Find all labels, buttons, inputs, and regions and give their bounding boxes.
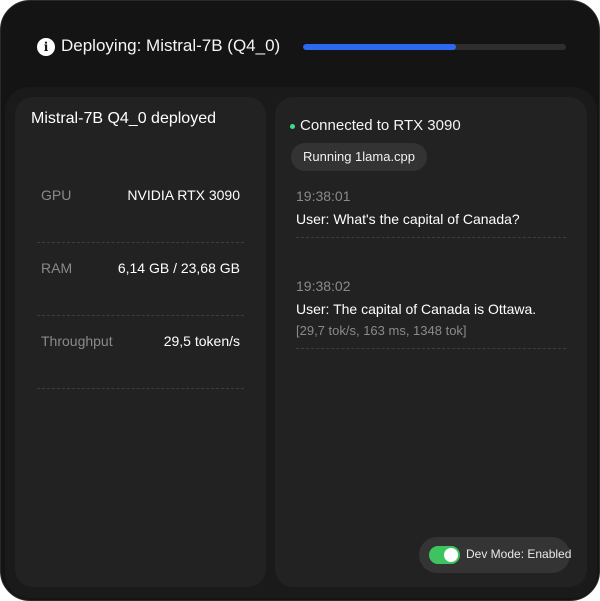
stat-row-throughput: Throughput 29,5 token/s [37, 333, 244, 389]
model-title: Mistral-7B Q4_0 deployed [31, 110, 216, 127]
stat-row-ram: RAM 6,14 GB / 23,68 GB [37, 260, 244, 316]
runtime-badge: Running 1lama.cpp [291, 143, 428, 171]
session-panel: Connected to RTX 3090 Running 1lama.cpp … [275, 97, 587, 587]
stat-value: NVIDIA RTX 3090 [127, 187, 240, 203]
status-dot-icon [290, 124, 295, 129]
deploy-header: i Deploying: Mistral-7B (Q4_0) [1, 1, 599, 87]
log-message: User: What's the capital of Canada? [296, 211, 520, 227]
log-timestamp: 19:38:01 [296, 188, 351, 204]
stat-label: Throughput [41, 333, 113, 349]
dev-mode-control[interactable]: Dev Mode: Enabled [419, 537, 572, 573]
deploy-title: Deploying: Mistral-7B (Q4_0) [61, 36, 281, 55]
log-timestamp: 19:38:02 [296, 278, 351, 294]
deploy-window: i Deploying: Mistral-7B (Q4_0) Mistral-7… [0, 0, 600, 601]
stat-value: 29,5 token/s [163, 333, 240, 349]
log-message: User: The capital of Canada is Ottawa. [296, 301, 537, 317]
log-entry: 19:38:02 User: The capital of Canada is … [296, 277, 566, 349]
stat-label: RAM [41, 260, 73, 276]
log-entry: 19:38:01 User: What's the capital of Can… [296, 187, 566, 238]
dev-mode-toggle[interactable] [429, 546, 460, 564]
stat-value: 6,14 GB / 23,68 GB [117, 260, 240, 276]
connection-status: Connected to RTX 3090 [300, 117, 461, 134]
summary-panel: Mistral-7B Q4_0 deployed GPU NVIDIA RTX … [15, 97, 266, 587]
dev-mode-label: Dev Mode: Enabled [466, 547, 572, 561]
log-metrics: [29,7 tok/s, 163 ms, 1348 tok] [296, 323, 467, 338]
content-area: Mistral-7B Q4_0 deployed GPU NVIDIA RTX … [5, 87, 597, 598]
deploy-progress-fill [303, 44, 456, 50]
toggle-knob [444, 548, 458, 562]
stat-label: GPU [41, 187, 72, 203]
deploy-progress-bar [303, 44, 566, 50]
info-icon: i [37, 38, 55, 56]
stat-row-gpu: GPU NVIDIA RTX 3090 [37, 187, 244, 243]
